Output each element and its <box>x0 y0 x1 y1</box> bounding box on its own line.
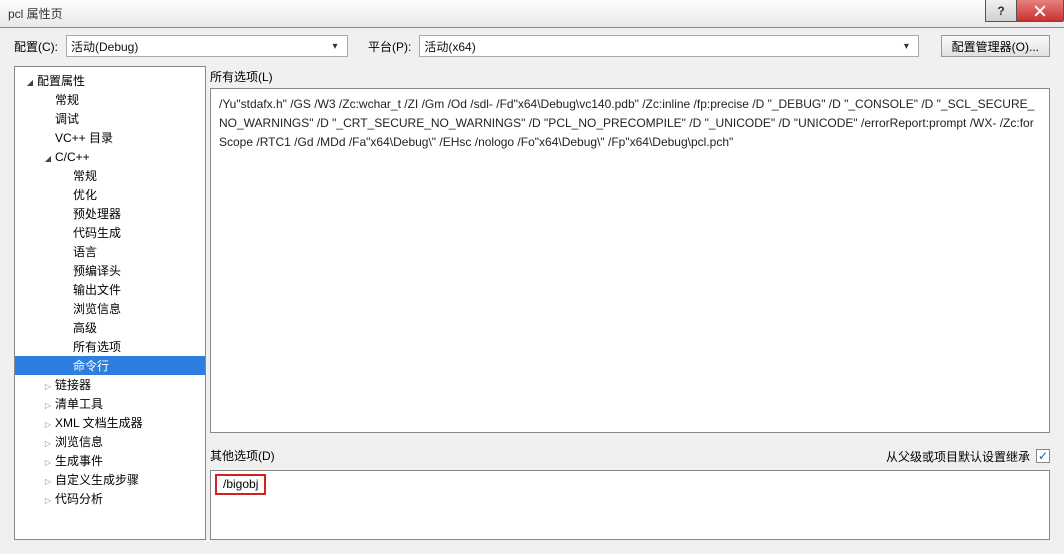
config-toolbar: 配置(C): 活动(Debug) ▾ 平台(P): 活动(x64) ▾ 配置管理… <box>0 28 1064 64</box>
all-options-text: /Yu"stdafx.h" /GS /W3 /Zc:wchar_t /ZI /G… <box>219 97 1034 149</box>
expand-icon <box>41 454 55 468</box>
expand-icon <box>41 492 55 506</box>
close-icon <box>1034 5 1046 17</box>
tree-item-cxx-opt[interactable]: 优化 <box>15 185 205 204</box>
window-title: pcl 属性页 <box>8 5 63 22</box>
platform-combo-text: 活动(x64) <box>424 38 898 55</box>
expand-icon <box>41 378 55 392</box>
chevron-down-icon: ▾ <box>327 41 343 52</box>
inherit-label: 从父级或项目默认设置继承 <box>886 448 1030 465</box>
tree-item-buildevents[interactable]: 生成事件 <box>15 451 205 470</box>
config-combo[interactable]: 活动(Debug) ▾ <box>66 35 348 57</box>
tree-item-browseinfo[interactable]: 浏览信息 <box>15 432 205 451</box>
tree-item-cxx-cmdline[interactable]: 命令行 <box>15 356 205 375</box>
other-options-textarea[interactable]: /bigobj <box>210 470 1050 540</box>
config-manager-label: 配置管理器(O)... <box>952 38 1039 55</box>
config-manager-button[interactable]: 配置管理器(O)... <box>941 35 1050 57</box>
all-options-label: 所有选项(L) <box>210 68 1050 85</box>
tree-item-manifest[interactable]: 清单工具 <box>15 394 205 413</box>
tree-item-cxx[interactable]: C/C++ <box>15 147 205 166</box>
tree-item-custombuild[interactable]: 自定义生成步骤 <box>15 470 205 489</box>
tree-item-codeanalysis[interactable]: 代码分析 <box>15 489 205 508</box>
content-panel: 所有选项(L) /Yu"stdafx.h" /GS /W3 /Zc:wchar_… <box>210 66 1050 540</box>
expand-icon <box>41 397 55 411</box>
config-label: 配置(C): <box>14 38 58 55</box>
tree-root[interactable]: 配置属性 <box>15 71 205 90</box>
titlebar-buttons: ? <box>986 0 1064 22</box>
tree-item-cxx-preproc[interactable]: 预处理器 <box>15 204 205 223</box>
expand-icon <box>41 150 55 164</box>
expand-icon <box>41 473 55 487</box>
close-button[interactable] <box>1016 0 1064 22</box>
other-options-label: 其他选项(D) <box>210 447 275 464</box>
window-titlebar: pcl 属性页 ? <box>0 0 1064 28</box>
main-area: 配置属性 常规 调试 VC++ 目录 C/C++ 常规 优化 预处理器 代码生成… <box>0 64 1064 554</box>
help-button[interactable]: ? <box>985 0 1017 22</box>
expand-icon <box>23 74 37 88</box>
tree-item-cxx-general[interactable]: 常规 <box>15 166 205 185</box>
chevron-down-icon: ▾ <box>898 41 914 52</box>
config-combo-text: 活动(Debug) <box>71 38 327 55</box>
tree-item-debug[interactable]: 调试 <box>15 109 205 128</box>
tree-item-cxx-lang[interactable]: 语言 <box>15 242 205 261</box>
all-options-textarea[interactable]: /Yu"stdafx.h" /GS /W3 /Zc:wchar_t /ZI /G… <box>210 88 1050 433</box>
expand-icon <box>41 416 55 430</box>
tree-item-cxx-browse[interactable]: 浏览信息 <box>15 299 205 318</box>
tree-item-cxx-pch[interactable]: 预编译头 <box>15 261 205 280</box>
tree-item-vcdirs[interactable]: VC++ 目录 <box>15 128 205 147</box>
tree-panel: 配置属性 常规 调试 VC++ 目录 C/C++ 常规 优化 预处理器 代码生成… <box>14 66 206 540</box>
tree-item-cxx-alloptions[interactable]: 所有选项 <box>15 337 205 356</box>
other-options-text-highlighted: /bigobj <box>215 474 266 495</box>
platform-label: 平台(P): <box>368 38 411 55</box>
tree-item-linker[interactable]: 链接器 <box>15 375 205 394</box>
expand-icon <box>41 435 55 449</box>
tree-item-general[interactable]: 常规 <box>15 90 205 109</box>
inherit-checkbox[interactable]: ✓ <box>1036 449 1050 463</box>
tree-item-xmldoc[interactable]: XML 文档生成器 <box>15 413 205 432</box>
tree-item-cxx-output[interactable]: 输出文件 <box>15 280 205 299</box>
platform-combo[interactable]: 活动(x64) ▾ <box>419 35 919 57</box>
tree-item-cxx-advanced[interactable]: 高级 <box>15 318 205 337</box>
tree-item-cxx-codegen[interactable]: 代码生成 <box>15 223 205 242</box>
